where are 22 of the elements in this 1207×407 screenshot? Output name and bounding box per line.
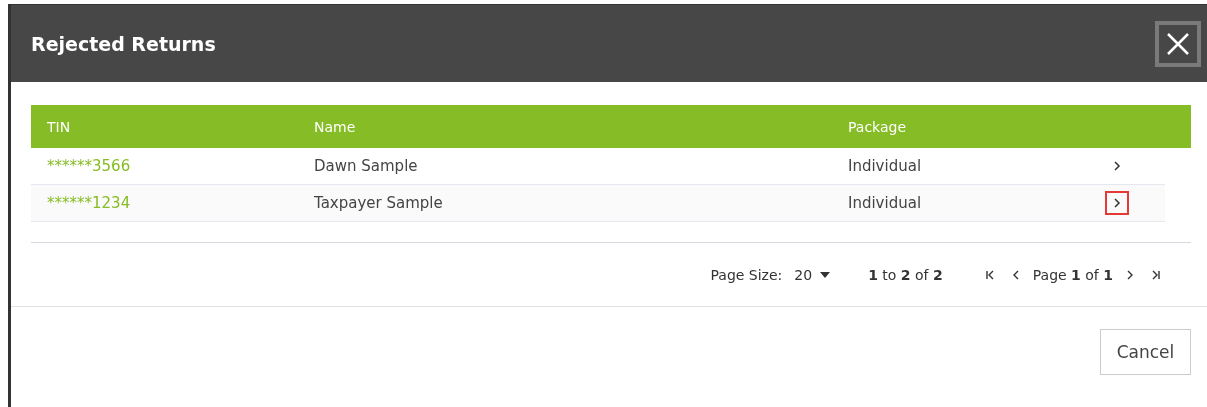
dialog-title: Rejected Returns [31, 32, 216, 55]
column-header: TIN [47, 118, 72, 135]
table-cell-text: Dawn Sample [314, 157, 419, 175]
table-cell-text: Taxpayer Sample [314, 194, 444, 212]
page-size-dropdown[interactable]: 20 [790, 266, 861, 283]
first-page-icon [984, 268, 995, 281]
table-cell-text: Individual [848, 157, 923, 175]
chevron-right-icon [1125, 268, 1135, 281]
row-open-button[interactable] [1105, 191, 1129, 215]
chevron-right-icon [1113, 160, 1121, 172]
cancel-button[interactable]: Cancel [1100, 329, 1191, 375]
close-button[interactable] [1155, 20, 1201, 67]
caret-down-icon [820, 271, 831, 278]
record-range: 1 to 2 of 2 [868, 266, 943, 283]
page-indicator: Page 1 of 1 [1032, 266, 1113, 283]
page-size-label: Page Size: [710, 266, 783, 283]
chevron-right-icon [1113, 197, 1121, 209]
last-page-icon [1151, 268, 1161, 281]
table-cell-text: Individual [848, 194, 923, 212]
column-header: Name [314, 118, 357, 135]
column-header: Package [848, 118, 908, 135]
close-icon [1166, 31, 1190, 56]
